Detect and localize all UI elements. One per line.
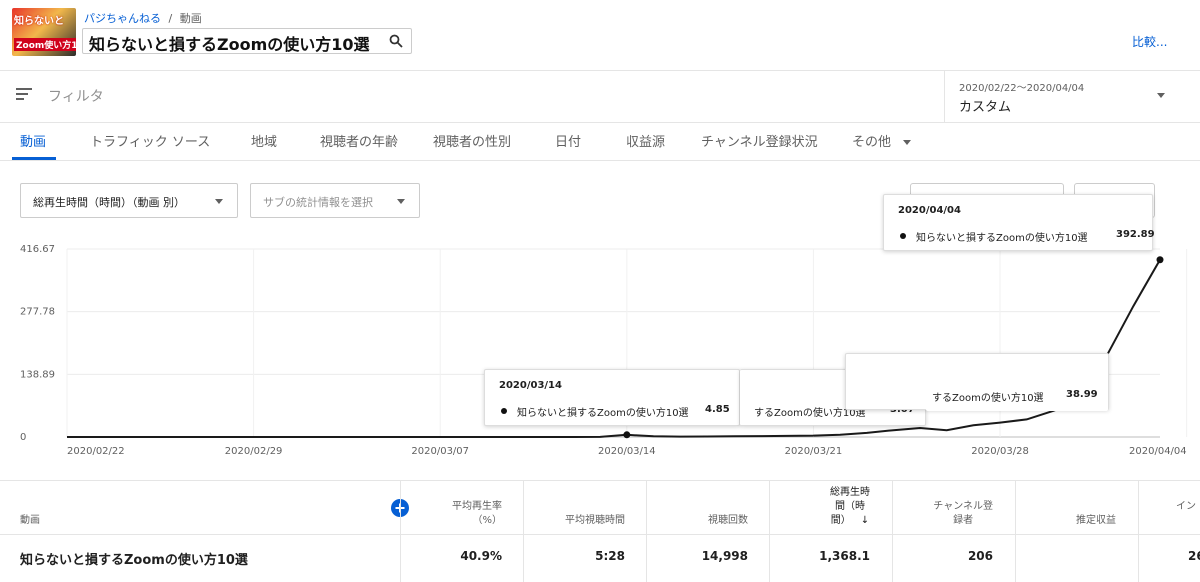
sort-down-arrow-icon[interactable]: ↓ xyxy=(861,515,869,526)
column-divider xyxy=(646,480,647,582)
tab-traffic-source[interactable]: トラフィック ソース xyxy=(90,131,210,150)
header-line-with-sort: 間） ↓ xyxy=(830,514,870,528)
x-tick-label: 2020/04/04 xyxy=(1129,446,1187,457)
chart-tooltip: 2020/04/04 知らないと損するZoomの使い方10選 392.89 xyxy=(883,194,1155,251)
tooltip-series: 知らないと損するZoomの使い方10選 xyxy=(916,233,1088,244)
y-tick-label: 416.67 xyxy=(20,244,55,255)
tab-video[interactable]: 動画 xyxy=(20,131,46,150)
header-line: チャンネル登 xyxy=(933,501,993,512)
data-point[interactable] xyxy=(1156,256,1164,264)
column-divider xyxy=(892,480,893,582)
breadcrumb-channel-link[interactable]: パジちゃんねる xyxy=(84,12,161,25)
column-divider xyxy=(769,480,770,582)
x-tick-label: 2020/03/07 xyxy=(411,446,469,457)
breadcrumb-section: 動画 xyxy=(179,12,202,25)
search-icon[interactable] xyxy=(389,34,403,48)
x-tick-label: 2020/02/22 xyxy=(67,446,125,457)
x-tick-label: 2020/02/29 xyxy=(225,446,283,457)
cell-watch-time: 1,368.1 xyxy=(819,549,870,563)
column-header-video[interactable]: 動画 xyxy=(20,514,40,528)
tab-more-label: その他 xyxy=(852,135,892,150)
tooltip-value: 392.89 xyxy=(1116,229,1155,240)
tab-viewer-age[interactable]: 視聴者の年齢 xyxy=(320,131,398,150)
filter-input[interactable]: フィルタ xyxy=(48,86,104,106)
tooltip-series: 知らないと損するZoomの使い方10選 xyxy=(517,408,689,419)
divider xyxy=(0,122,1200,123)
y-tick-label: 138.89 xyxy=(20,369,55,380)
breadcrumb-separator: / xyxy=(168,12,173,25)
data-point[interactable] xyxy=(623,431,631,439)
column-divider xyxy=(400,480,401,582)
tooltip-value: 4.85 xyxy=(705,404,730,415)
table-header-divider xyxy=(0,534,1200,535)
column-divider xyxy=(1015,480,1016,582)
cell-views: 14,998 xyxy=(701,549,748,563)
cell-avg-time: 5:28 xyxy=(595,549,625,563)
video-thumbnail[interactable]: 知らないと Zoom使い方10 xyxy=(12,8,76,56)
cell-subscribers: 206 xyxy=(967,549,993,563)
header-line: 間） xyxy=(830,515,851,526)
chevron-down-icon xyxy=(397,199,405,204)
chart-tooltip: 2020/03/14 知らないと損するZoomの使い方10選 4.85 xyxy=(484,369,740,426)
column-header-avg-rate[interactable]: 平均再生率 （%） xyxy=(452,500,502,528)
tooltip-date: 2020/04/04 xyxy=(898,205,961,216)
cell-more: 26 xyxy=(1188,549,1200,563)
thumbnail-caption: Zoom使い方10 xyxy=(14,38,76,51)
column-header-subscribers[interactable]: チャンネル登 録者 xyxy=(933,500,993,528)
tab-geography[interactable]: 地域 xyxy=(251,131,277,150)
x-tick-label: 2020/03/28 xyxy=(971,446,1029,457)
header-line: （%） xyxy=(472,515,502,526)
header-line: 総再生時 xyxy=(830,487,870,498)
chevron-down-icon xyxy=(903,140,912,145)
metric-select-value: 総再生時間（時間）（動画 別） xyxy=(33,196,185,209)
tab-viewer-gender[interactable]: 視聴者の性別 xyxy=(433,131,511,150)
chart-tooltip: するZoomの使い方10選 38.99 xyxy=(926,369,1108,411)
date-preset-text: カスタム xyxy=(959,100,1012,115)
date-range-selector[interactable]: 2020/02/22〜2020/04/04 カスタム xyxy=(944,70,1184,122)
column-divider xyxy=(1138,480,1139,582)
filter-icon[interactable] xyxy=(16,88,32,100)
metric-select[interactable]: 総再生時間（時間）（動画 別） xyxy=(20,183,238,218)
y-tick-label: 277.78 xyxy=(20,307,55,318)
sub-metric-select[interactable]: サブの統計情報を選択 xyxy=(250,183,420,218)
column-header-views[interactable]: 視聴回数 xyxy=(708,514,748,528)
column-header-more[interactable]: イン xyxy=(1176,500,1196,514)
x-tick-label: 2020/03/14 xyxy=(598,446,656,457)
tab-more[interactable]: その他 xyxy=(852,131,912,150)
header-line: 間（時 xyxy=(835,501,865,512)
column-header-revenue[interactable]: 推定収益 xyxy=(1076,514,1116,528)
header-line: 平均再生率 xyxy=(452,501,502,512)
legend-dot xyxy=(501,408,507,414)
x-tick-label: 2020/03/21 xyxy=(785,446,843,457)
header-line: 録者 xyxy=(953,515,974,526)
tooltip-value: 38.99 xyxy=(1066,389,1098,400)
chevron-down-icon xyxy=(1157,93,1165,98)
cell-avg-rate: 40.9% xyxy=(460,549,502,563)
row-video-title[interactable]: 知らないと損するZoomの使い方10選 xyxy=(20,549,248,568)
compare-link[interactable]: 比較... xyxy=(1132,33,1167,50)
column-divider xyxy=(523,480,524,582)
y-tick-label: 0 xyxy=(20,432,26,443)
breadcrumb: パジちゃんねる / 動画 xyxy=(84,10,202,26)
chevron-down-icon xyxy=(215,199,223,204)
column-header-avg-time[interactable]: 平均視聴時間 xyxy=(565,514,625,528)
date-range-text: 2020/02/22〜2020/04/04 xyxy=(959,83,1085,94)
tab-date[interactable]: 日付 xyxy=(555,131,581,150)
legend-dot xyxy=(900,233,906,239)
tab-subscription-status[interactable]: チャンネル登録状況 xyxy=(701,131,818,150)
thumbnail-text: 知らないと xyxy=(14,16,64,27)
tooltip-date: 2020/03/14 xyxy=(499,380,562,391)
tooltip-series: するZoomの使い方10選 xyxy=(932,393,1044,404)
sub-metric-placeholder: サブの統計情報を選択 xyxy=(263,196,373,209)
search-value: 知らないと損するZoomの使い方10選 xyxy=(89,35,370,54)
video-search-field[interactable]: 知らないと損するZoomの使い方10選 xyxy=(82,28,412,54)
column-header-watch-time[interactable]: 総再生時 間（時 間） ↓ xyxy=(830,486,870,528)
table-top-divider xyxy=(0,480,1200,481)
watch-time-line-chart: 416.67 277.78 138.89 0 2020/02/22 2020/02/29… xyxy=(20,244,1188,457)
tab-revenue-source[interactable]: 収益源 xyxy=(626,131,665,150)
divider xyxy=(0,160,1200,161)
